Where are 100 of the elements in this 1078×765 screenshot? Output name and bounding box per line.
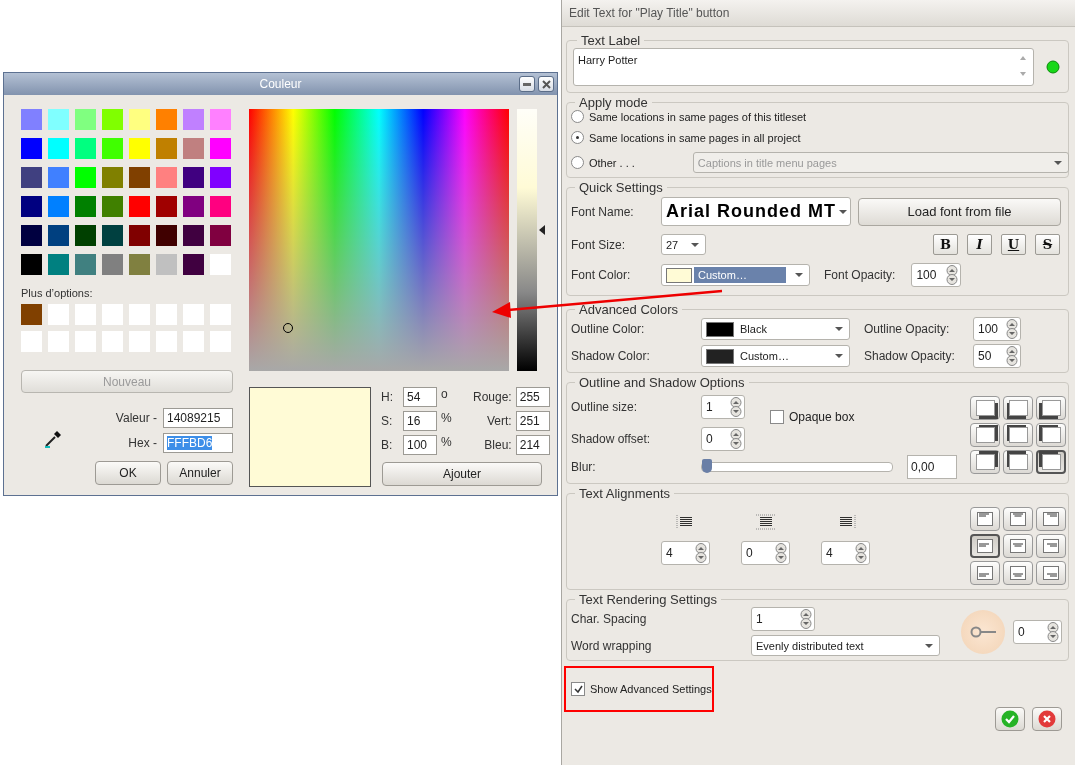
color-swatch[interactable] <box>183 138 204 159</box>
alignment-button[interactable] <box>970 507 1000 531</box>
custom-color-swatch[interactable] <box>156 331 177 352</box>
spin-arrows-icon[interactable] <box>798 609 814 629</box>
spin-field[interactable]: 100 <box>973 317 1021 341</box>
show-advanced-checkbox[interactable]: Show Advanced Settings <box>571 682 712 696</box>
channel-field[interactable]: 100 <box>403 435 437 455</box>
color-swatch[interactable] <box>21 254 42 275</box>
color-swatch[interactable] <box>129 196 150 217</box>
color-swatch[interactable] <box>48 254 69 275</box>
custom-color-swatch[interactable] <box>183 304 204 325</box>
blur-slider[interactable] <box>701 462 893 472</box>
shadow-style-button[interactable] <box>1036 450 1066 474</box>
spin-field[interactable]: 1 <box>701 395 745 419</box>
custom-color-swatch[interactable] <box>210 331 231 352</box>
color-swatch[interactable] <box>210 167 231 188</box>
color-swatch[interactable] <box>156 225 177 246</box>
color-swatch[interactable] <box>156 167 177 188</box>
color-swatch[interactable] <box>210 254 231 275</box>
color-swatch[interactable] <box>210 109 231 130</box>
alignment-button[interactable] <box>1036 561 1066 585</box>
color-swatch[interactable] <box>48 138 69 159</box>
color-swatch[interactable] <box>129 167 150 188</box>
load-font-button[interactable]: Load font from file <box>858 197 1061 226</box>
text-label-field[interactable]: Harry Potter <box>573 48 1034 86</box>
ok-button[interactable]: OK <box>95 461 161 485</box>
custom-color-swatch[interactable] <box>102 331 123 352</box>
shadow-style-button[interactable] <box>1036 423 1066 447</box>
alignment-button[interactable] <box>970 534 1000 558</box>
blur-value-field[interactable]: 0,00 <box>907 455 957 479</box>
color-dropdown[interactable]: Black <box>701 318 850 340</box>
alignment-button[interactable] <box>1003 561 1033 585</box>
radio-option[interactable]: Same locations in same pages in all project <box>571 131 801 144</box>
color-swatch[interactable] <box>75 254 96 275</box>
brightness-bar[interactable] <box>517 109 537 371</box>
text-style-button[interactable]: S <box>1035 234 1060 255</box>
eyedropper-icon[interactable] <box>43 429 63 449</box>
spin-field[interactable]: 0 <box>1013 619 1062 644</box>
color-dropdown[interactable]: Custom… <box>661 264 810 286</box>
color-swatch[interactable] <box>102 225 123 246</box>
color-swatch[interactable] <box>183 196 204 217</box>
color-dropdown[interactable]: Custom… <box>701 345 850 367</box>
custom-color-swatch[interactable] <box>75 331 96 352</box>
channel-field[interactable]: 255 <box>515 387 550 407</box>
color-swatch[interactable] <box>129 138 150 159</box>
shadow-style-button[interactable] <box>1036 396 1066 420</box>
color-swatch[interactable] <box>75 138 96 159</box>
color-swatch[interactable] <box>183 167 204 188</box>
color-swatch[interactable] <box>183 109 204 130</box>
alignment-button[interactable] <box>1003 507 1033 531</box>
color-swatch[interactable] <box>21 138 42 159</box>
spin-arrows-icon[interactable] <box>728 397 744 417</box>
alignment-button[interactable] <box>1036 534 1066 558</box>
cancel-button[interactable]: Annuler <box>167 461 233 485</box>
slider-thumb[interactable] <box>702 459 712 473</box>
spin-arrows-icon[interactable] <box>693 543 709 563</box>
color-swatch[interactable] <box>156 138 177 159</box>
alignment-button[interactable] <box>970 561 1000 585</box>
shadow-style-button[interactable] <box>970 396 1000 420</box>
radio-option[interactable]: Same locations in same pages of this titleset <box>571 110 807 123</box>
size-dropdown[interactable]: 27 <box>661 234 706 255</box>
brightness-marker-icon[interactable] <box>539 225 545 235</box>
minimize-button[interactable] <box>519 76 535 92</box>
custom-color-swatch[interactable] <box>21 304 42 325</box>
color-swatch[interactable] <box>102 109 123 130</box>
custom-color-swatch[interactable] <box>48 331 69 352</box>
spin-arrows-icon[interactable] <box>853 543 869 563</box>
wrapping-dropdown[interactable]: Evenly distributed text <box>751 635 940 656</box>
spin-field[interactable]: 50 <box>973 344 1021 368</box>
shadow-style-button[interactable] <box>970 450 1000 474</box>
color-swatch[interactable] <box>75 196 96 217</box>
color-swatch[interactable] <box>48 167 69 188</box>
color-swatch[interactable] <box>183 254 204 275</box>
custom-color-swatch[interactable] <box>21 331 42 352</box>
color-swatch[interactable] <box>21 167 42 188</box>
shadow-style-button[interactable] <box>1003 450 1033 474</box>
text-style-button[interactable]: I <box>967 234 992 255</box>
channel-field[interactable]: 54 <box>403 387 437 407</box>
color-swatch[interactable] <box>21 109 42 130</box>
add-button[interactable]: Ajouter <box>382 462 542 486</box>
color-swatch[interactable] <box>210 196 231 217</box>
radio-button[interactable] <box>571 156 584 169</box>
spin-arrows-icon[interactable] <box>944 265 961 285</box>
color-swatch[interactable] <box>129 254 150 275</box>
color-swatch[interactable] <box>129 109 150 130</box>
color-swatch[interactable] <box>102 138 123 159</box>
channel-field[interactable]: 251 <box>515 411 550 431</box>
color-swatch[interactable] <box>48 196 69 217</box>
color-swatch[interactable] <box>102 167 123 188</box>
spin-arrows-icon[interactable] <box>773 543 789 563</box>
alignment-button[interactable] <box>1003 534 1033 558</box>
color-swatch[interactable] <box>156 254 177 275</box>
custom-color-swatch[interactable] <box>129 331 150 352</box>
color-swatch[interactable] <box>48 225 69 246</box>
checkbox[interactable] <box>571 682 585 696</box>
shadow-style-button[interactable] <box>970 423 1000 447</box>
spin-arrows-icon[interactable] <box>1004 319 1020 339</box>
color-swatch[interactable] <box>210 138 231 159</box>
shadow-style-button[interactable] <box>1003 423 1033 447</box>
spin-field[interactable]: 0 <box>741 541 790 565</box>
